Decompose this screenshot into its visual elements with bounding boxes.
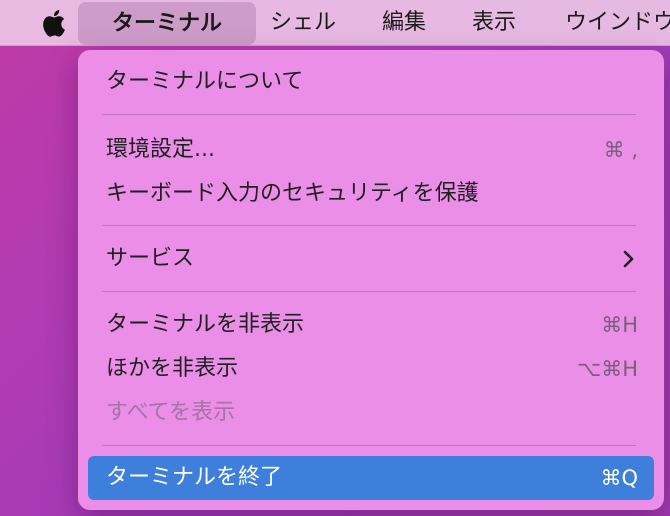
menubar-item-view[interactable]: 表示 (472, 0, 516, 46)
menu-item-quit-terminal[interactable]: ターミナルを終了 ⌘Q (88, 456, 654, 500)
menu-item-label: キーボード入力のセキュリティを保護 (106, 181, 479, 206)
apple-logo-icon[interactable] (40, 8, 66, 38)
shortcut-label: ⌥⌘H (577, 357, 638, 381)
menu-separator (102, 225, 636, 226)
menu-separator (102, 114, 636, 115)
menu-item-label: すべてを表示 (106, 400, 236, 425)
shortcut-label: ⌘ , (603, 138, 638, 162)
menu-item-secure-keyboard-entry[interactable]: キーボード入力のセキュリティを保護 (88, 172, 654, 216)
menu-item-label: ほかを非表示 (106, 356, 239, 381)
menu-item-hide-others[interactable]: ほかを非表示 ⌥⌘H (88, 347, 654, 391)
shortcut-label: ⌘H (601, 313, 638, 337)
menu-item-label: ターミナルを終了 (106, 465, 283, 490)
chevron-right-icon (623, 250, 634, 268)
menu-bar: ターミナル シェル 編集 表示 ウインドウ (0, 0, 670, 46)
menubar-item-edit[interactable]: 編集 (382, 0, 426, 46)
menubar-item-window[interactable]: ウインドウ (565, 0, 670, 46)
menu-item-label: ターミナルを非表示 (106, 312, 305, 337)
terminal-menu-dropdown: ターミナルについて 環境設定... ⌘ , キーボード入力のセキュリティを保護 … (78, 50, 664, 510)
menu-item-services[interactable]: サービス (88, 237, 654, 281)
menu-item-label: 環境設定... (106, 137, 215, 162)
menu-item-label: ターミナルについて (106, 69, 304, 94)
menu-item-show-all: すべてを表示 (88, 391, 654, 435)
shortcut-label: ⌘Q (600, 466, 638, 490)
menubar-item-terminal[interactable]: ターミナル (78, 2, 256, 45)
menu-separator (102, 445, 636, 446)
menubar-item-shell[interactable]: シェル (270, 0, 336, 46)
menu-item-preferences[interactable]: 環境設定... ⌘ , (88, 128, 654, 172)
menu-item-label: サービス (106, 246, 195, 271)
menu-item-about-terminal[interactable]: ターミナルについて (88, 60, 654, 104)
menu-item-hide-terminal[interactable]: ターミナルを非表示 ⌘H (88, 303, 654, 347)
menu-separator (102, 291, 636, 292)
